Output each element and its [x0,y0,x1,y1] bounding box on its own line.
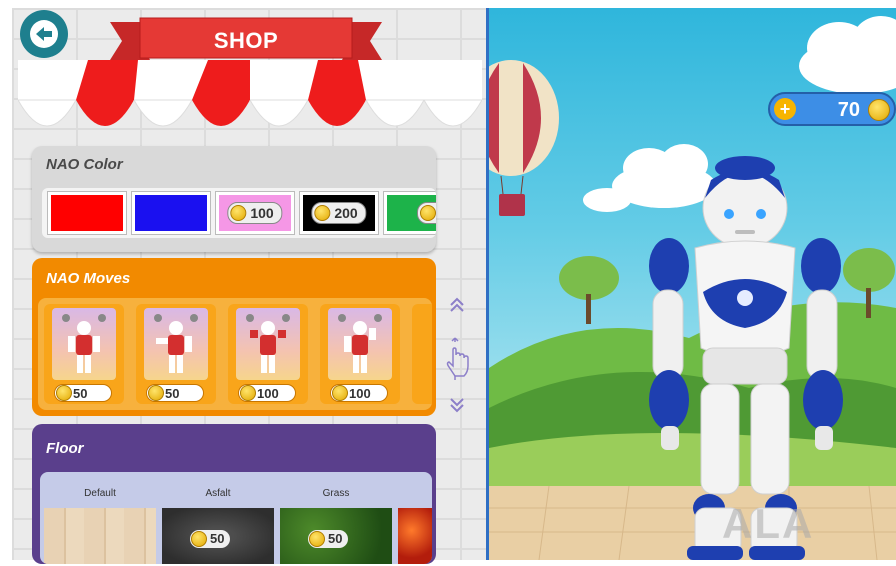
floor-item-asfalt[interactable]: Asfalt 50 [162,478,274,564]
coin-icon [148,385,164,401]
moves-list[interactable]: 50 50 100 100 [38,298,432,410]
coin-icon [56,385,72,401]
color-swatch-green[interactable]: 10 [384,192,436,234]
price-tag: 10 [417,202,436,224]
scene-illustration [489,16,896,560]
coin-icon [240,385,256,401]
move-item[interactable]: 50 [136,304,216,404]
coin-icon [332,385,348,401]
price-tag: 50 [54,384,112,402]
floor-label: Asfalt [205,488,231,499]
coin-icon [309,531,325,547]
floor-item-grass[interactable]: Grass 50 [280,478,392,564]
robot-move-image [328,308,392,380]
coin-icon [314,205,331,221]
chevron-up-icon[interactable] [448,296,466,314]
shop-title-ribbon: SHOP [110,14,382,68]
move-item[interactable] [412,304,432,404]
price-tag: 50 [190,530,231,548]
floor-texture-wood [44,508,156,564]
move-item[interactable]: 100 [320,304,400,404]
chevron-down-icon[interactable] [448,396,466,414]
section-title-moves: NAO Moves [46,270,131,287]
back-button[interactable] [20,10,68,58]
price-tag: 100 [238,384,296,402]
robot-move-image [236,308,300,380]
robot-move-image [144,308,208,380]
section-title-color: NAO Color [46,156,123,173]
shop-awning [18,60,482,127]
floor-label: Grass [322,488,350,499]
nao-moves-section: NAO Moves 50 50 100 100 [32,258,436,416]
color-swatch-pink[interactable]: 100 [216,192,294,234]
color-swatch-red[interactable] [48,192,126,234]
nao-color-section: NAO Color 100 200 10 [32,146,436,252]
coin-icon [868,99,890,121]
swipe-hand-icon [446,337,469,380]
coin-balance-value: 70 [837,99,860,121]
price-tag: 200 [311,202,367,224]
page-title: SHOP [213,28,279,53]
robot-preview-scene [489,8,896,560]
plus-icon[interactable]: + [774,98,796,120]
color-swatch-black[interactable]: 200 [300,192,378,234]
price-tag: 100 [227,202,283,224]
back-arrow-icon [30,20,58,48]
coin-icon [420,205,436,221]
floor-section: Floor Default Asfalt 50 Grass 50 [32,424,436,564]
coin-balance: + 70 [768,92,896,126]
coin-icon [230,205,247,221]
floor-item-flowers[interactable] [398,478,432,564]
hot-air-balloon [489,60,559,216]
floor-label: Default [84,488,116,499]
section-title-floor: Floor [46,440,84,457]
floor-texture-flowers [398,508,432,564]
watermark: ALA [722,500,815,547]
price-tag: 50 [308,530,349,548]
coin-icon [191,531,207,547]
color-swatch-blue[interactable] [132,192,210,234]
move-item[interactable]: 50 [44,304,124,404]
scroll-control [440,296,474,424]
price-tag: 50 [146,384,204,402]
robot-move-image [52,308,116,380]
floor-list[interactable]: Default Asfalt 50 Grass 50 [40,472,432,564]
color-swatch-list[interactable]: 100 200 10 [42,188,436,238]
floor-item-default[interactable]: Default [44,478,156,564]
move-item[interactable]: 100 [228,304,308,404]
price-tag: 100 [330,384,388,402]
